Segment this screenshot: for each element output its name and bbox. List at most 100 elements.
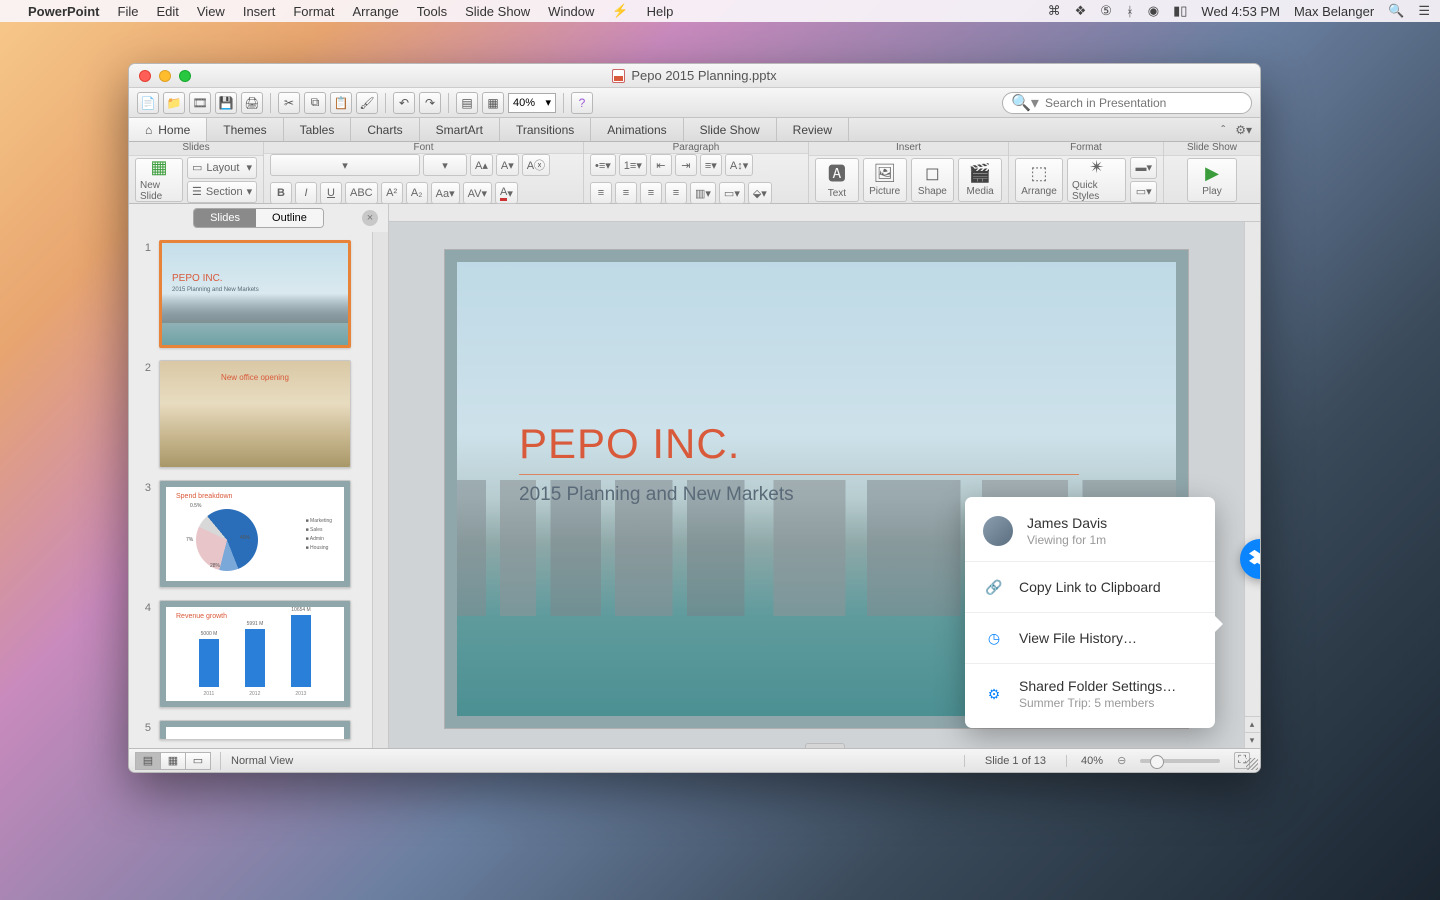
search-input[interactable] [1045, 96, 1243, 110]
font-family-dropdown[interactable]: ▾ [270, 154, 420, 176]
justify-button[interactable]: ≡ [665, 182, 687, 204]
menu-insert[interactable]: Insert [243, 4, 276, 19]
menu-format[interactable]: Format [293, 4, 334, 19]
app-menu[interactable]: PowerPoint [28, 4, 100, 19]
increase-font-button[interactable]: A▴ [470, 154, 493, 176]
italic-button[interactable]: I [295, 182, 317, 204]
bluetooth-icon[interactable]: ᚼ [1126, 4, 1134, 19]
user-menu[interactable]: Max Belanger [1294, 4, 1374, 19]
script-menu-icon[interactable]: ⚡ [612, 3, 628, 19]
segment-slides[interactable]: Slides [194, 209, 256, 227]
tab-review[interactable]: Review [777, 118, 849, 141]
creative-cloud-icon[interactable]: ⌘ [1048, 3, 1061, 19]
open-button[interactable]: 📁 [163, 92, 185, 114]
thumbnail-4[interactable]: Revenue growth 5000 M 5991 M 10654 M 201… [159, 600, 351, 708]
decrease-font-button[interactable]: A▾ [496, 154, 519, 176]
notes-splitter[interactable] [805, 743, 845, 748]
help-button[interactable]: ? [571, 92, 593, 114]
segment-outline[interactable]: Outline [256, 209, 323, 227]
layout-button[interactable]: ▭Layout▾ [187, 157, 257, 179]
menu-view[interactable]: View [197, 4, 225, 19]
wifi-icon[interactable]: ◉ [1148, 3, 1159, 19]
shape-fill-button[interactable]: ▬▾ [1130, 157, 1157, 179]
play-button[interactable]: ▶Play [1187, 158, 1237, 202]
media-button[interactable]: 🎞 [189, 92, 211, 114]
tab-slideshow[interactable]: Slide Show [684, 118, 777, 141]
tab-transitions[interactable]: Transitions [500, 118, 591, 141]
next-slide-button[interactable]: ▾ [1244, 732, 1260, 748]
collapse-ribbon-icon[interactable]: ˆ [1221, 123, 1225, 137]
file-history-row[interactable]: ◷ View File History… [965, 612, 1215, 663]
font-color-button[interactable]: A▾ [495, 182, 518, 204]
sorter-view-button[interactable]: ▦ [160, 752, 186, 770]
viewer-row[interactable]: James Davis Viewing for 1m [965, 501, 1215, 561]
tab-tables[interactable]: Tables [284, 118, 352, 141]
format-painter-button[interactable]: 🖌 [356, 92, 378, 114]
new-doc-button[interactable]: 📄 [137, 92, 159, 114]
resize-handle[interactable] [1246, 758, 1258, 770]
clock[interactable]: Wed 4:53 PM [1201, 4, 1280, 19]
bold-button[interactable]: B [270, 182, 292, 204]
quick-styles-button[interactable]: ✴Quick Styles [1067, 158, 1126, 202]
section-button[interactable]: ☰Section▾ [187, 181, 257, 203]
columns-button[interactable]: ▥▾ [690, 182, 716, 204]
thumbnails-scrollbar[interactable] [372, 232, 388, 748]
paste-button[interactable]: 📋 [330, 92, 352, 114]
zoom-out-button[interactable]: ⊖ [1117, 754, 1126, 767]
copy-button[interactable]: ⧉ [304, 92, 326, 114]
arrange-button[interactable]: ⬚Arrange [1015, 158, 1063, 202]
zoom-fit-button[interactable]: ▦ [482, 92, 504, 114]
ribbon-settings-icon[interactable]: ⚙▾ [1235, 123, 1252, 137]
line-spacing-button[interactable]: ≡▾ [700, 154, 722, 176]
menu-edit[interactable]: Edit [156, 4, 178, 19]
menu-arrange[interactable]: Arrange [353, 4, 399, 19]
new-slide-button[interactable]: ▦New Slide [135, 158, 183, 202]
thumbnail-1[interactable]: PEPO INC. 2015 Planning and New Markets [159, 240, 351, 348]
vertical-scrollbar[interactable]: ▴▾ [1244, 222, 1260, 748]
superscript-button[interactable]: A² [381, 182, 403, 204]
insert-media-button[interactable]: 🎬Media [958, 158, 1002, 202]
cut-button[interactable]: ✂ [278, 92, 300, 114]
thumbnail-list[interactable]: 1 PEPO INC. 2015 Planning and New Market… [129, 232, 372, 748]
redo-button[interactable]: ↷ [419, 92, 441, 114]
menu-file[interactable]: File [118, 4, 139, 19]
slides-pane-button[interactable]: ▤ [456, 92, 478, 114]
decrease-indent-button[interactable]: ⇤ [650, 154, 672, 176]
underline-button[interactable]: U [320, 182, 342, 204]
menu-tools[interactable]: Tools [417, 4, 447, 19]
close-panel-button[interactable]: × [362, 210, 378, 226]
font-size-dropdown[interactable]: ▾ [423, 154, 467, 176]
dropbox-badge-button[interactable] [1240, 539, 1260, 579]
strikethrough-button[interactable]: ABC [345, 182, 378, 204]
subscript-button[interactable]: A₂ [406, 182, 428, 204]
tab-home[interactable]: ⌂Home [129, 118, 207, 141]
zoom-dropdown[interactable]: 40%▾ [508, 93, 556, 113]
slide-canvas-area[interactable]: PEPO INC. 2015 Planning and New Markets … [389, 204, 1260, 748]
align-left-button[interactable]: ≡ [590, 182, 612, 204]
insert-shape-button[interactable]: ◻Shape [911, 158, 955, 202]
shared-settings-row[interactable]: ⚙ Shared Folder Settings… Summer Trip: 5… [965, 663, 1215, 724]
battery-icon[interactable]: ▮▯ [1173, 3, 1187, 19]
text-direction-button[interactable]: A↕▾ [725, 154, 753, 176]
slide-subtitle-text[interactable]: 2015 Planning and New Markets [519, 484, 794, 506]
shield-icon[interactable]: ⑤ [1100, 3, 1112, 19]
tab-smartart[interactable]: SmartArt [420, 118, 500, 141]
slide-title-text[interactable]: PEPO INC. [519, 420, 740, 468]
prev-slide-button[interactable]: ▴ [1244, 716, 1260, 732]
align-text-button[interactable]: ▭▾ [719, 182, 745, 204]
char-spacing-button[interactable]: AV▾ [463, 182, 492, 204]
numbering-button[interactable]: 1≡▾ [619, 154, 647, 176]
menu-slideshow[interactable]: Slide Show [465, 4, 530, 19]
undo-button[interactable]: ↶ [393, 92, 415, 114]
change-case-button[interactable]: Aa▾ [431, 182, 460, 204]
notification-center-icon[interactable]: ☰ [1418, 3, 1430, 19]
slideshow-view-button[interactable]: ▭ [185, 752, 211, 770]
insert-picture-button[interactable]: 🖼Picture [863, 158, 907, 202]
spotlight-icon[interactable]: 🔍 [1388, 3, 1404, 19]
print-button[interactable]: 🖨 [241, 92, 263, 114]
bullets-button[interactable]: •≡▾ [590, 154, 616, 176]
align-right-button[interactable]: ≡ [640, 182, 662, 204]
insert-text-button[interactable]: 🅰Text [815, 158, 859, 202]
zoom-slider[interactable] [1140, 759, 1220, 763]
align-center-button[interactable]: ≡ [615, 182, 637, 204]
